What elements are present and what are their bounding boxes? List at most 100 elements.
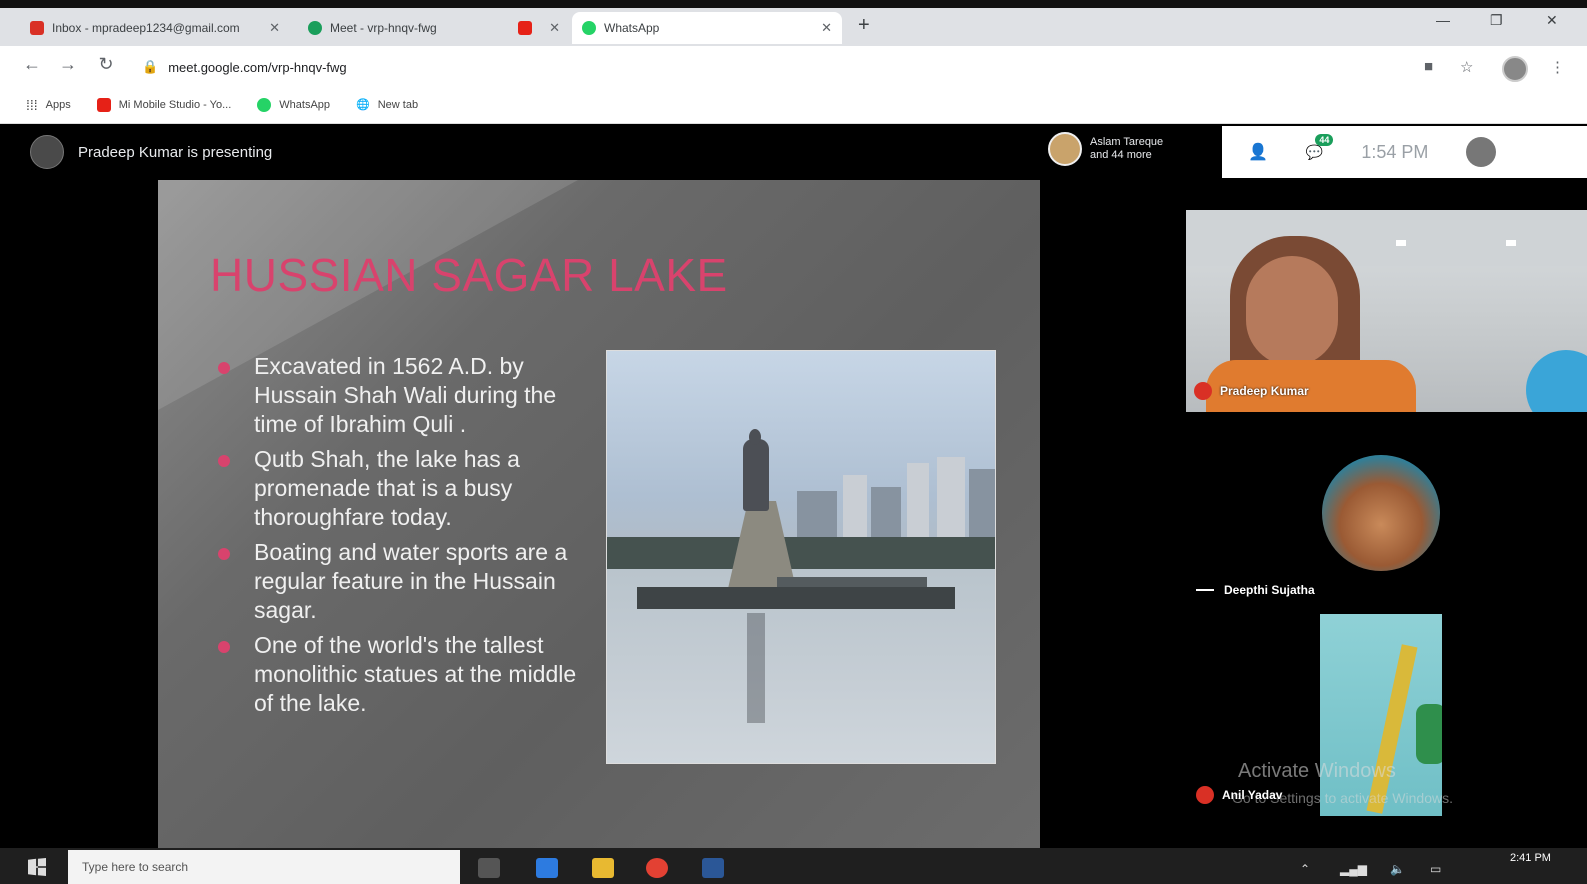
slide-bullets: Excavated in 1562 A.D. by Hussain Shah W… [214, 352, 594, 724]
forward-icon[interactable]: → [56, 54, 80, 75]
meet-icon [308, 21, 322, 35]
ceiling-light [1396, 240, 1406, 246]
profile-avatar[interactable] [1502, 56, 1528, 82]
building [797, 491, 837, 541]
slide-bullet: Excavated in 1562 A.D. by Hussain Shah W… [214, 352, 594, 439]
presenter-bar: Pradeep Kumar is presenting [30, 134, 272, 170]
apps-icon: ⁞⁞⁞ [26, 96, 38, 113]
meet-top-panel: 👤 💬 44 1:54 PM [1222, 126, 1587, 178]
participant-chip[interactable]: Aslam Tareque and 44 more [1048, 132, 1163, 166]
bookmark-newtab[interactable]: 🌐 New tab [356, 98, 419, 112]
avatar [1048, 132, 1082, 166]
buddha-statue [743, 439, 769, 511]
reload-icon[interactable]: ↻ [94, 54, 118, 75]
network-icon[interactable]: ▂▄▆ [1340, 862, 1367, 876]
chrome-icon[interactable] [646, 858, 668, 878]
back-icon[interactable]: ← [20, 54, 44, 75]
bookmark-label: Apps [45, 98, 71, 111]
tab-label: WhatsApp [604, 21, 660, 35]
tab-label: Inbox - mpradeep1234@gmail.com [52, 21, 240, 35]
bookmark-whatsapp[interactable]: WhatsApp [257, 97, 331, 112]
taskbar-search-input[interactable]: Type here to search [68, 850, 460, 884]
bookmark-apps[interactable]: ⁞⁞⁞ Apps [26, 97, 71, 113]
participant-name: Anil Yadav [1222, 788, 1283, 802]
presentation-slide: HUSSIAN SAGAR LAKE Excavated in 1562 A.D… [158, 180, 1040, 848]
participant-tile[interactable]: Pradeep Kumar [1186, 210, 1587, 412]
bookmark-label: New tab [377, 98, 419, 111]
count-badge: 44 [1315, 133, 1334, 146]
whatsapp-icon [257, 97, 272, 112]
participants-button[interactable]: 💬 44 [1305, 133, 1334, 161]
system-time[interactable]: 2:41 PM [1510, 852, 1551, 864]
video-object [1416, 704, 1442, 764]
close-icon[interactable]: ✕ [549, 20, 560, 36]
slide-bullet: One of the world's the tallest monolithi… [214, 631, 594, 718]
youtube-icon [96, 97, 111, 112]
building [937, 457, 965, 541]
statue-head [749, 429, 761, 445]
audio-indicator-icon [1196, 589, 1214, 591]
url-text: meet.google.com/vrp-hnqv-fwg [168, 59, 347, 75]
participant-name: Deepthi Sujatha [1224, 583, 1315, 597]
avatar[interactable] [1322, 455, 1440, 571]
building [907, 463, 929, 541]
chip-line2: and 44 more [1090, 149, 1152, 161]
bookmark-label: Mi Mobile Studio - Yo... [118, 98, 232, 111]
task-view-icon[interactable] [478, 858, 500, 878]
video-object [1366, 644, 1418, 814]
bookmark-label: WhatsApp [279, 98, 331, 111]
participant-tile[interactable] [1320, 614, 1442, 816]
youtube-icon [518, 21, 532, 35]
tile-label: Deepthi Sujatha [1196, 583, 1315, 597]
statue-reflection [747, 613, 765, 723]
participant-name: Pradeep Kumar [1220, 384, 1309, 398]
tab-gmail[interactable]: Inbox - mpradeep1234@gmail.com ✕ [20, 12, 290, 44]
building [871, 487, 901, 541]
ceiling-light [1506, 240, 1516, 246]
boat [637, 587, 955, 609]
mic-off-icon [1196, 786, 1214, 804]
minimize-icon[interactable]: — [1436, 12, 1450, 28]
tile-label: Pradeep Kumar [1194, 382, 1309, 400]
tab-meet[interactable]: Meet - vrp-hnqv-fwg [298, 12, 498, 44]
battery-icon[interactable]: ▭ [1430, 862, 1441, 876]
participant-chip-text: Aslam Tareque and 44 more [1090, 136, 1163, 162]
window-close-icon[interactable]: ✕ [1546, 12, 1558, 29]
building [969, 469, 995, 541]
tab-youtube[interactable]: ✕ [508, 12, 570, 44]
whatsapp-icon [582, 21, 596, 35]
globe-icon: 🌐 [356, 99, 370, 111]
meeting-clock: 1:54 PM [1361, 141, 1429, 162]
gmail-icon [30, 21, 44, 35]
lake-photo [606, 350, 996, 764]
restore-icon[interactable]: ❐ [1490, 12, 1503, 29]
activate-windows-watermark: Activate Windows [1238, 760, 1396, 782]
file-explorer-icon[interactable] [592, 858, 614, 878]
tray-up-icon[interactable]: ⌃ [1300, 862, 1310, 876]
people-icon[interactable]: 👤 [1248, 142, 1268, 162]
chat-icon: 💬 [1305, 143, 1324, 160]
bookmarks-bar: ⁞⁞⁞ Apps Mi Mobile Studio - Yo... WhatsA… [0, 86, 1587, 124]
tab-whatsapp[interactable]: WhatsApp ✕ [572, 12, 842, 44]
address-bar[interactable]: 🔒 meet.google.com/vrp-hnqv-fwg [130, 52, 1400, 82]
menu-icon[interactable]: ⋮ [1550, 58, 1565, 76]
close-icon[interactable]: ✕ [821, 20, 832, 36]
tree-line [607, 537, 995, 569]
tab-label: Meet - vrp-hnqv-fwg [330, 21, 437, 35]
close-icon[interactable]: ✕ [269, 20, 280, 36]
building [843, 475, 867, 541]
slide-bullet: Boating and water sports are a regular f… [214, 538, 594, 625]
bookmark-youtube[interactable]: Mi Mobile Studio - Yo... [96, 97, 232, 112]
volume-icon[interactable]: 🔈 [1390, 862, 1405, 876]
slide-bullet: Qutb Shah, the lake has a promenade that… [214, 445, 594, 532]
chip-line1: Aslam Tareque [1090, 136, 1164, 148]
slide-title: HUSSIAN SAGAR LAKE [210, 249, 728, 301]
edge-icon[interactable] [536, 858, 558, 878]
word-icon[interactable] [702, 858, 724, 878]
star-icon[interactable]: ☆ [1460, 58, 1473, 76]
camera-icon[interactable]: ■ [1424, 58, 1433, 75]
new-tab-button[interactable]: + [858, 14, 870, 37]
self-avatar[interactable] [1466, 137, 1497, 167]
presenter-text: Pradeep Kumar is presenting [78, 143, 273, 161]
top-edge [0, 0, 1587, 8]
